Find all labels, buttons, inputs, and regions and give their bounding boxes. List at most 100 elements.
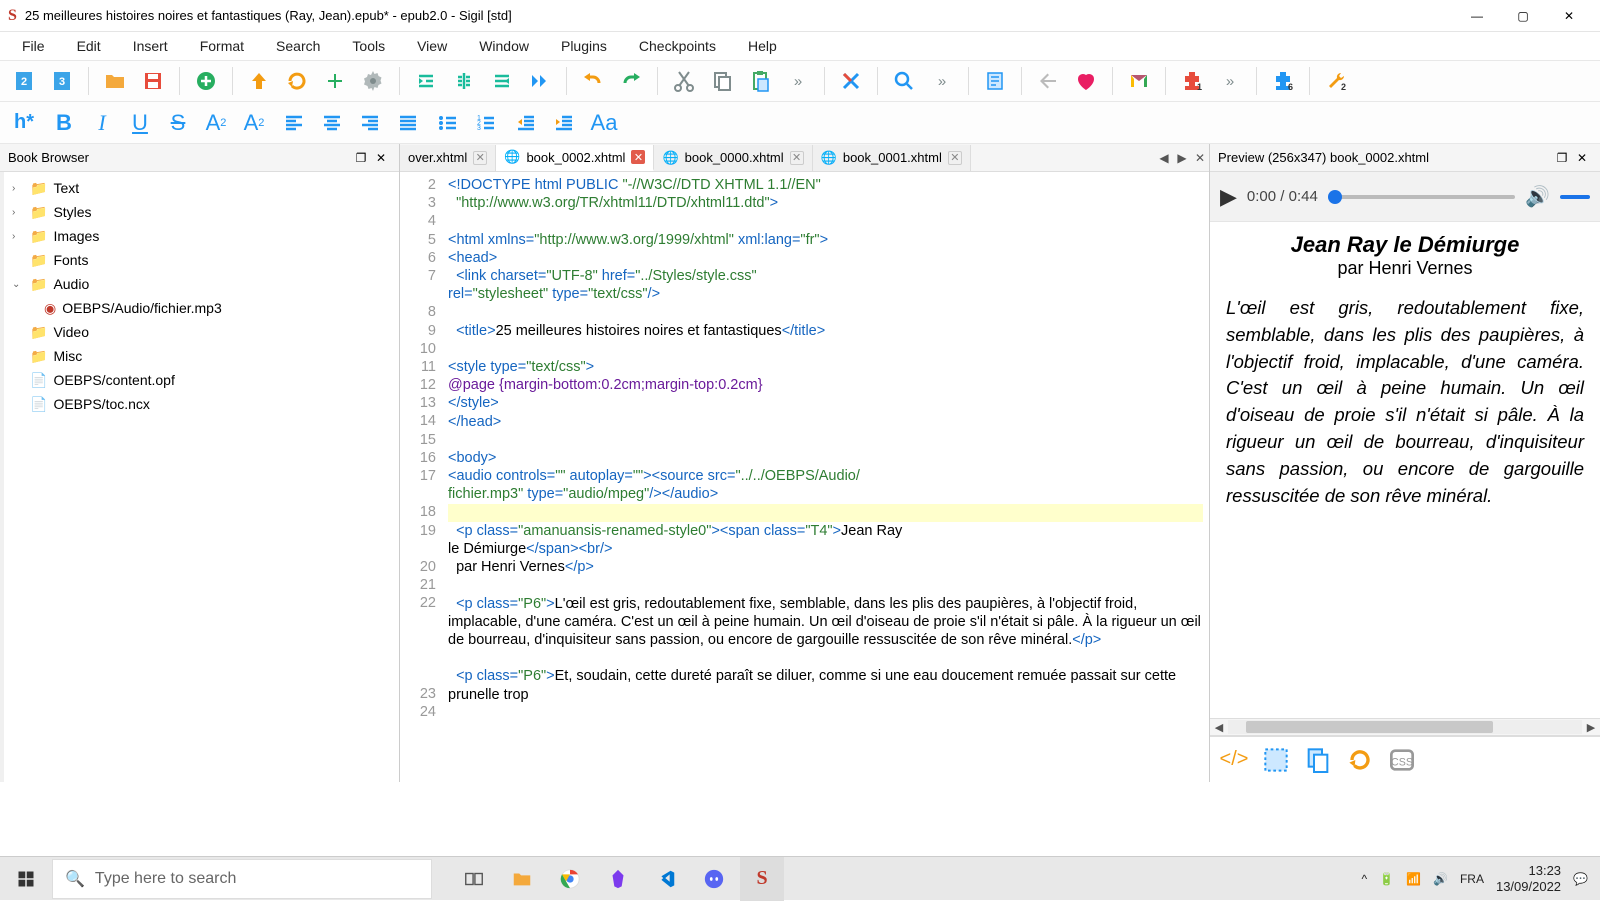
battery-icon[interactable]: 🔋 <box>1379 872 1394 886</box>
tab-scroll-right[interactable]: ▶ <box>1173 145 1191 171</box>
metadata-icon[interactable] <box>977 63 1013 99</box>
css-icon[interactable]: CSS <box>1386 744 1418 776</box>
code-view-icon[interactable]: </> <box>1218 744 1250 776</box>
expand-icon[interactable]: › <box>12 231 24 242</box>
seek-thumb[interactable] <box>1328 190 1342 204</box>
tree-item[interactable]: 📁Fonts <box>4 248 399 272</box>
bold-button[interactable]: B <box>46 105 82 141</box>
validate-icon[interactable] <box>833 63 869 99</box>
menu-edit[interactable]: Edit <box>63 34 115 58</box>
align-justify-button[interactable] <box>390 105 426 141</box>
editor-tab[interactable]: 🌐book_0002.xhtml✕ <box>496 145 654 171</box>
tab-close-icon[interactable]: ✕ <box>631 150 645 164</box>
tree-item[interactable]: ›📁Images <box>4 224 399 248</box>
tab-close-all[interactable]: ✕ <box>1191 145 1209 171</box>
back-arrow-icon[interactable] <box>1030 63 1066 99</box>
overflow-icon-3[interactable]: » <box>1212 63 1248 99</box>
close-window-button[interactable]: ✕ <box>1546 0 1592 32</box>
fast-forward-icon[interactable] <box>522 63 558 99</box>
discord-icon[interactable] <box>692 857 736 901</box>
expand-icon[interactable]: ⌄ <box>12 279 24 290</box>
menu-format[interactable]: Format <box>186 34 258 58</box>
tree-item[interactable]: 📁Video <box>4 320 399 344</box>
align-center-button[interactable] <box>314 105 350 141</box>
bullet-list-button[interactable] <box>430 105 466 141</box>
close-preview-icon[interactable]: ✕ <box>1572 148 1592 168</box>
case-button[interactable]: Aa <box>586 105 622 141</box>
menu-insert[interactable]: Insert <box>119 34 182 58</box>
menu-search[interactable]: Search <box>262 34 334 58</box>
save-button[interactable] <box>135 63 171 99</box>
menu-window[interactable]: Window <box>465 34 543 58</box>
sigil-taskbar-icon[interactable]: S <box>740 857 784 901</box>
redo-icon[interactable] <box>613 63 649 99</box>
tab-close-icon[interactable]: ✕ <box>948 151 962 165</box>
search-icon[interactable] <box>886 63 922 99</box>
subscript-button[interactable]: A2 <box>198 105 234 141</box>
tree-item[interactable]: ›📁Styles <box>4 200 399 224</box>
code-body[interactable]: <!DOCTYPE html PUBLIC "-//W3C//DTD XHTML… <box>442 172 1209 782</box>
undock-icon[interactable]: ❐ <box>351 148 371 168</box>
plus-icon[interactable] <box>317 63 353 99</box>
menu-tools[interactable]: Tools <box>338 34 399 58</box>
scroll-right-icon[interactable]: ▶ <box>1582 721 1600 734</box>
epub2-button[interactable]: 2 <box>6 63 42 99</box>
heart-icon[interactable] <box>1068 63 1104 99</box>
menu-help[interactable]: Help <box>734 34 791 58</box>
scroll-left-icon[interactable]: ◀ <box>1210 721 1228 734</box>
expand-icon[interactable]: › <box>12 183 24 194</box>
obsidian-icon[interactable] <box>596 857 640 901</box>
notifications-icon[interactable]: 💬 <box>1573 872 1588 886</box>
undo-icon[interactable] <box>575 63 611 99</box>
heading-dropdown[interactable]: h* <box>6 105 42 141</box>
overflow-icon[interactable]: » <box>780 63 816 99</box>
task-view-icon[interactable] <box>452 857 496 901</box>
editor-tab[interactable]: 🌐book_0001.xhtml✕ <box>813 145 971 171</box>
tree-item[interactable]: ◉OEBPS/Audio/fichier.mp3 <box>4 296 399 320</box>
indent-left-icon[interactable] <box>408 63 444 99</box>
taskbar-search[interactable]: 🔍 Type here to search <box>52 859 432 899</box>
file-explorer-icon[interactable] <box>500 857 544 901</box>
italic-button[interactable]: I <box>84 105 120 141</box>
split-icon[interactable] <box>446 63 482 99</box>
volume-icon[interactable]: 🔊 <box>1525 184 1550 209</box>
tree-item[interactable]: 📁Misc <box>4 344 399 368</box>
preview-hscroll[interactable]: ◀ ▶ <box>1210 718 1600 736</box>
scroll-track[interactable] <box>1228 720 1582 734</box>
audio-player[interactable]: ▶ 0:00 / 0:44 🔊 <box>1210 172 1600 222</box>
volume-bar[interactable] <box>1560 195 1590 199</box>
epub3-button[interactable]: 3 <box>44 63 80 99</box>
reload-icon[interactable] <box>1344 744 1376 776</box>
editor-tab[interactable]: over.xhtml✕ <box>400 145 496 171</box>
plugin-red-icon[interactable]: 1 <box>1174 63 1210 99</box>
tree-item[interactable]: 📄OEBPS/toc.ncx <box>4 392 399 416</box>
arrow-up-icon[interactable] <box>241 63 277 99</box>
tab-close-icon[interactable]: ✕ <box>790 151 804 165</box>
align-left-button[interactable] <box>276 105 312 141</box>
code-editor[interactable]: 23456789101112131415161718192021222324 <… <box>400 172 1209 782</box>
book-browser-tree[interactable]: ›📁Text›📁Styles›📁Images📁Fonts⌄📁Audio◉OEBP… <box>0 172 399 782</box>
tree-item[interactable]: ›📁Text <box>4 176 399 200</box>
paste-icon[interactable] <box>742 63 778 99</box>
strikethrough-button[interactable]: S <box>160 105 196 141</box>
expand-icon[interactable]: › <box>12 207 24 218</box>
undock-preview-icon[interactable]: ❐ <box>1552 148 1572 168</box>
superscript-button[interactable]: A2 <box>236 105 272 141</box>
numbered-list-button[interactable]: 123 <box>468 105 504 141</box>
tab-scroll-left[interactable]: ◀ <box>1155 145 1173 171</box>
vscode-icon[interactable] <box>644 857 688 901</box>
menu-view[interactable]: View <box>403 34 461 58</box>
language-indicator[interactable]: FRA <box>1460 872 1484 886</box>
editor-tab[interactable]: 🌐book_0000.xhtml✕ <box>654 145 812 171</box>
gmail-icon[interactable] <box>1121 63 1157 99</box>
start-button[interactable] <box>0 857 52 901</box>
audio-seek-track[interactable] <box>1328 195 1515 199</box>
taskbar-clock[interactable]: 13:23 13/09/2022 <box>1496 863 1561 894</box>
sound-icon[interactable]: 🔊 <box>1433 872 1448 886</box>
indent-button[interactable] <box>546 105 582 141</box>
select-element-icon[interactable] <box>1260 744 1292 776</box>
refresh-icon[interactable] <box>279 63 315 99</box>
copy-preview-icon[interactable] <box>1302 744 1334 776</box>
cut-icon[interactable] <box>666 63 702 99</box>
menu-checkpoints[interactable]: Checkpoints <box>625 34 730 58</box>
